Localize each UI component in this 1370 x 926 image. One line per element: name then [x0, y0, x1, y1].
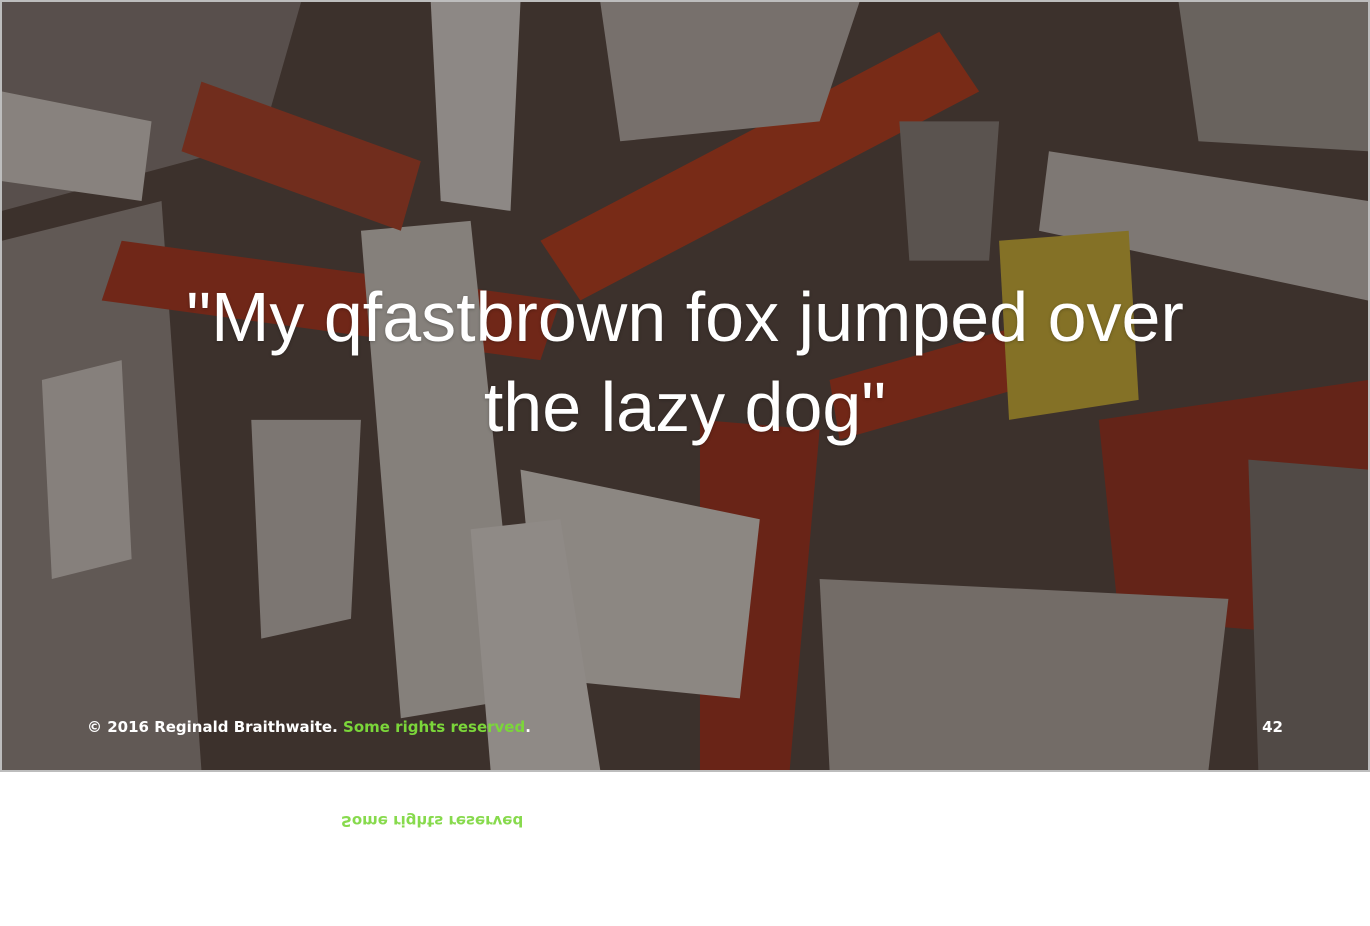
- copyright-notice: © 2016 Reginald Braithwaite. Some rights…: [87, 718, 531, 736]
- reflected-copyright: © 2016 Reginald Braithwaite. Some rights…: [85, 812, 529, 830]
- quote-text: "My qfastbrown fox jumped over the lazy …: [2, 272, 1368, 452]
- page-number: 42: [1262, 718, 1283, 736]
- rights-link[interactable]: Some rights reserved: [343, 718, 525, 736]
- reflected-rights-link: Some rights reserved: [341, 812, 524, 830]
- quote-line-1: "My qfastbrown fox jumped over: [186, 278, 1184, 356]
- quote-line-2: the lazy dog": [483, 368, 887, 446]
- reflection-fade: [0, 772, 1370, 926]
- copyright-period: .: [525, 718, 531, 736]
- reflected-footer: © 2016 Reginald Braithwaite. Some rights…: [85, 808, 1285, 830]
- copyright-text: © 2016 Reginald Braithwaite.: [87, 718, 344, 736]
- slide: "My qfastbrown fox jumped over the lazy …: [0, 0, 1370, 772]
- reflected-copyright-text: © 2016 Reginald Braithwaite.: [85, 812, 342, 830]
- reflected-period: .: [523, 812, 529, 830]
- reflected-page-number: 42: [1264, 812, 1285, 830]
- slide-reflection: © 2016 Reginald Braithwaite. Some rights…: [0, 772, 1370, 926]
- slide-footer: © 2016 Reginald Braithwaite. Some rights…: [87, 718, 1283, 740]
